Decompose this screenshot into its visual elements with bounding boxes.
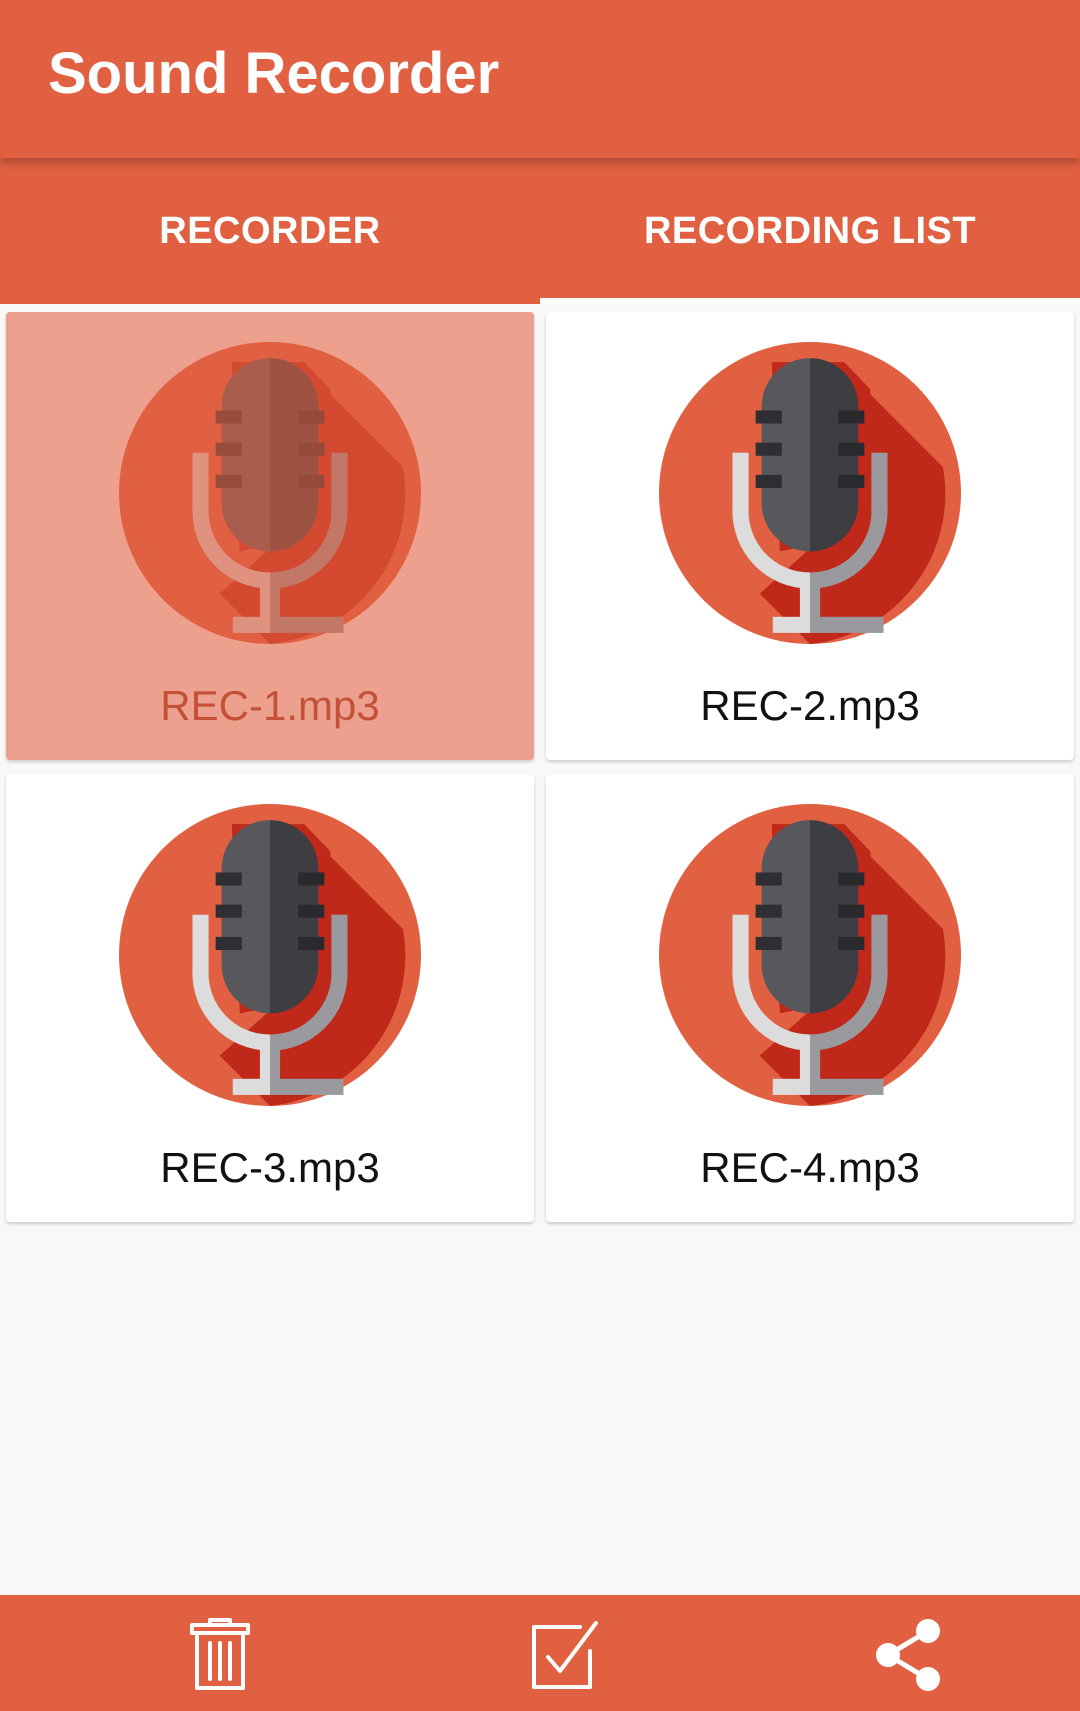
app-bar: Sound Recorder xyxy=(0,0,1080,158)
microphone-icon xyxy=(659,342,961,644)
recording-name: REC-3.mp3 xyxy=(160,1144,380,1191)
delete-button[interactable] xyxy=(180,1615,260,1695)
trash-icon xyxy=(190,1618,250,1690)
recording-card-1[interactable]: REC-1.mp3 xyxy=(6,312,534,760)
tab-indicator xyxy=(540,298,1080,304)
select-button[interactable] xyxy=(522,1615,602,1695)
checkbox-icon xyxy=(532,1621,598,1689)
recording-name: REC-2.mp3 xyxy=(700,682,920,729)
app-root: Sound Recorder RECORDER RECORDING LIST R… xyxy=(0,0,1080,1711)
microphone-icon xyxy=(119,342,421,644)
bottom-action-bar xyxy=(0,1595,1080,1711)
recording-card-3[interactable]: REC-3.mp3 xyxy=(6,774,534,1222)
share-button[interactable] xyxy=(868,1615,948,1695)
recording-name: REC-4.mp3 xyxy=(700,1144,920,1191)
app-title: Sound Recorder xyxy=(48,41,500,106)
recording-card-4[interactable]: REC-4.mp3 xyxy=(546,774,1074,1222)
recording-name: REC-1.mp3 xyxy=(160,682,380,729)
tab-recording-list[interactable]: RECORDING LIST xyxy=(540,158,1080,304)
microphone-icon xyxy=(659,804,961,1106)
share-icon xyxy=(876,1619,940,1691)
tab-recording-list-label: RECORDING LIST xyxy=(643,209,977,252)
microphone-icon xyxy=(119,804,421,1106)
recording-card-2[interactable]: REC-2.mp3 xyxy=(546,312,1074,760)
tab-recorder[interactable]: RECORDER xyxy=(0,158,540,304)
tab-recorder-label: RECORDER xyxy=(159,209,381,252)
recording-grid: REC-1.mp3 REC-2.mp3 REC-3.mp3 REC-4.mp3 xyxy=(0,304,1080,1234)
tab-bar: RECORDER RECORDING LIST xyxy=(0,158,1080,304)
